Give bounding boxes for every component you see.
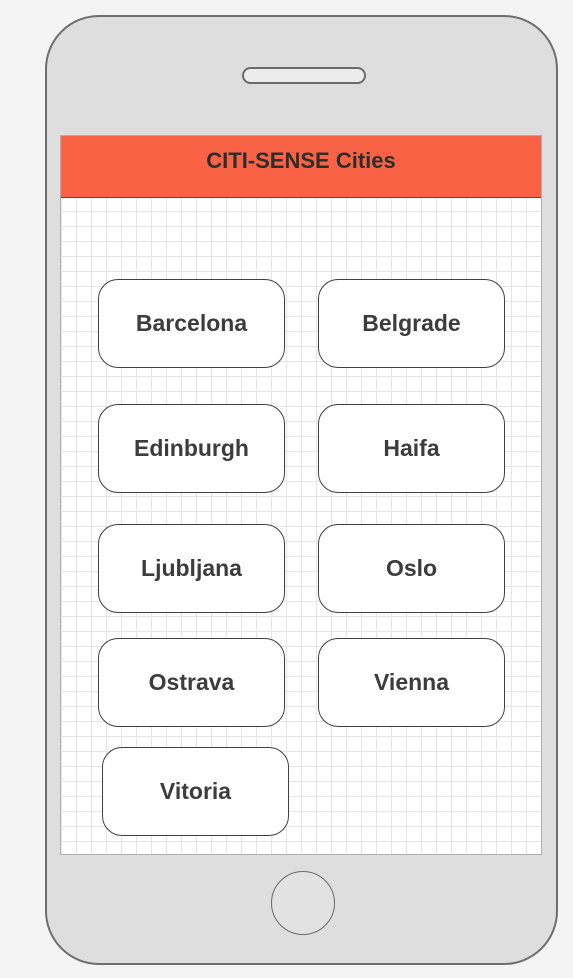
city-button-vitoria[interactable]: Vitoria bbox=[102, 747, 289, 836]
phone-screen: CITI-SENSE Cities Barcelona Belgrade Edi… bbox=[60, 135, 542, 855]
city-button-ostrava[interactable]: Ostrava bbox=[98, 638, 285, 727]
home-button[interactable] bbox=[271, 871, 335, 935]
header-bar: CITI-SENSE Cities bbox=[61, 136, 541, 198]
phone-speaker bbox=[242, 67, 366, 84]
city-button-belgrade[interactable]: Belgrade bbox=[318, 279, 505, 368]
page-title: CITI-SENSE Cities bbox=[206, 148, 396, 173]
city-button-vienna[interactable]: Vienna bbox=[318, 638, 505, 727]
city-button-barcelona[interactable]: Barcelona bbox=[98, 279, 285, 368]
city-button-ljubljana[interactable]: Ljubljana bbox=[98, 524, 285, 613]
city-button-haifa[interactable]: Haifa bbox=[318, 404, 505, 493]
city-button-oslo[interactable]: Oslo bbox=[318, 524, 505, 613]
phone-frame: CITI-SENSE Cities Barcelona Belgrade Edi… bbox=[45, 15, 558, 965]
city-button-edinburgh[interactable]: Edinburgh bbox=[98, 404, 285, 493]
